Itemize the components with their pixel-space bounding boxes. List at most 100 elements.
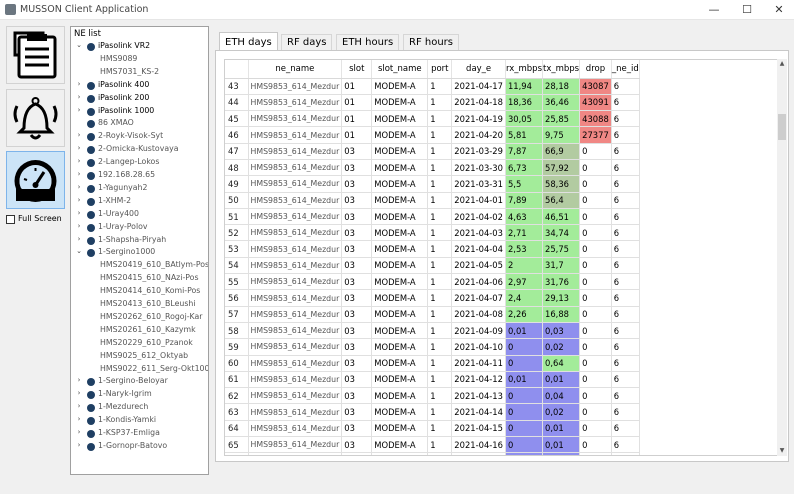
table-row[interactable]: 51 HMS9853_614_Mezdur 03 MODEM-A 1 2021-04-02… xyxy=(225,208,640,226)
tree-leaf[interactable]: HMS20415_610_NAzi-Pos xyxy=(71,273,208,285)
chevron-right-icon[interactable]: › xyxy=(75,80,83,88)
chevron-right-icon[interactable]: › xyxy=(75,196,83,204)
chevron-right-icon[interactable]: › xyxy=(75,428,83,436)
column-header[interactable]: drop xyxy=(579,60,612,79)
tree-group[interactable]: › 1-KSP37-Emliga xyxy=(71,428,208,440)
column-header[interactable]: slot_name xyxy=(371,60,429,79)
table-row[interactable]: 60 HMS9853_614_Mezdur 03 MODEM-A 1 2021-04-11… xyxy=(225,355,640,372)
table-row[interactable]: 59 HMS9853_614_Mezdur 03 MODEM-A 1 2021-04-10… xyxy=(225,338,640,356)
chevron-right-icon[interactable]: › xyxy=(75,402,83,410)
performance-button[interactable] xyxy=(6,151,65,209)
close-button[interactable]: ✕ xyxy=(759,0,794,20)
column-header[interactable]: day_e xyxy=(451,60,506,79)
table-row[interactable]: 56 HMS9853_614_Mezdur 03 MODEM-A 1 2021-04-07… xyxy=(225,289,640,307)
tree-group[interactable]: › 1-Naryk-Igrim xyxy=(71,389,208,401)
chevron-right-icon[interactable]: › xyxy=(75,131,83,139)
column-header[interactable]: port xyxy=(427,60,453,79)
tree-group[interactable]: › iPasolink 400 xyxy=(71,80,208,92)
chevron-right-icon[interactable]: › xyxy=(75,222,83,230)
table-row[interactable]: 45 HMS9853_614_Mezdur 01 MODEM-A 1 2021-04-19… xyxy=(225,110,640,128)
tab-eth-days[interactable]: ETH days xyxy=(219,32,278,51)
tree-group[interactable]: › 1-Gornopr-Batovo xyxy=(71,441,208,453)
chevron-down-icon[interactable]: ⌄ xyxy=(75,247,83,255)
column-header[interactable]: _ne_id xyxy=(611,60,640,79)
chevron-right-icon[interactable]: › xyxy=(75,106,83,114)
chevron-right-icon[interactable]: › xyxy=(75,170,83,178)
table-row[interactable]: 66HMS9853_614_Mezdur03MODEM-A12021-04-17… xyxy=(225,452,640,455)
tree-leaf[interactable]: HMS20229_610_Pzanok xyxy=(71,338,208,350)
column-header[interactable]: tx_mbps xyxy=(542,60,581,79)
tree-group[interactable]: › 192.168.28.65 xyxy=(71,170,208,182)
tree-group[interactable]: › iPasolink 200 xyxy=(71,93,208,105)
tree-leaf[interactable]: HMS9025_612_Oktyab xyxy=(71,351,208,363)
chevron-right-icon[interactable]: › xyxy=(75,389,83,397)
tree-group[interactable]: ⌄ 1-Sergino1000 xyxy=(71,247,208,259)
scroll-down-icon[interactable]: ▼ xyxy=(777,446,787,456)
chevron-right-icon[interactable]: › xyxy=(75,157,83,165)
tree-group[interactable]: › 1-Uray400 xyxy=(71,209,208,221)
table-row[interactable]: 58 HMS9853_614_Mezdur 03 MODEM-A 1 2021-04-09… xyxy=(225,322,640,340)
table-row[interactable]: 65 HMS9853_614_Mezdur 03 MODEM-A 1 2021-04-16… xyxy=(225,436,640,454)
scrollbar-thumb[interactable] xyxy=(778,114,786,140)
table-row[interactable]: 54 HMS9853_614_Mezdur 03 MODEM-A 1 2021-04-05… xyxy=(225,257,640,275)
tree-group[interactable]: › 1-Yagunyah2 xyxy=(71,183,208,195)
table-row[interactable]: 64 HMS9853_614_Mezdur 03 MODEM-A 1 2021-04-15… xyxy=(225,420,640,438)
tree-group[interactable]: › 2-Royk-Visok-Syt xyxy=(71,131,208,143)
tab-rf-hours[interactable]: RF hours xyxy=(403,34,459,51)
tree-leaf[interactable]: HMS20414_610_Komi-Pos xyxy=(71,286,208,298)
table-row[interactable]: 63 HMS9853_614_Mezdur 03 MODEM-A 1 2021-04-14… xyxy=(225,403,640,421)
vertical-scrollbar[interactable]: ▲ ▼ xyxy=(777,59,787,456)
table-row[interactable]: 50 HMS9853_614_Mezdur 03 MODEM-A 1 2021-04-01… xyxy=(225,192,640,209)
tab-rf-days[interactable]: RF days xyxy=(281,34,333,51)
tree-group[interactable]: › iPasolink 1000 xyxy=(71,106,208,118)
chevron-right-icon[interactable]: › xyxy=(75,235,83,243)
tree-group[interactable]: ⌄ iPasolink VR2 xyxy=(71,41,208,53)
chevron-right-icon[interactable]: › xyxy=(75,144,83,152)
column-header[interactable] xyxy=(225,60,249,79)
table-row[interactable]: 62 HMS9853_614_Mezdur 03 MODEM-A 1 2021-04-13… xyxy=(225,387,640,405)
tree-group[interactable]: › 1-Uray-Polov xyxy=(71,222,208,234)
tree-group[interactable]: › 2-Omicka-Kustovaya xyxy=(71,144,208,156)
table-row[interactable]: 53 HMS9853_614_Mezdur 03 MODEM-A 1 2021-04-04… xyxy=(225,240,640,258)
tree-leaf[interactable]: HMS9089 xyxy=(71,54,208,66)
table-row[interactable]: 57 HMS9853_614_Mezdur 03 MODEM-A 1 2021-04-08… xyxy=(225,306,640,323)
table-row[interactable]: 55 HMS9853_614_Mezdur 03 MODEM-A 1 2021-04-06… xyxy=(225,273,640,291)
chevron-right-icon[interactable]: › xyxy=(75,415,83,423)
table-row[interactable]: 49 HMS9853_614_Mezdur 03 MODEM-A 1 2021-03-31… xyxy=(225,175,640,193)
table-row[interactable]: 43 HMS9853_614_Mezdur 01 MODEM-A 1 2021-04-17… xyxy=(225,78,640,95)
full-screen-checkbox[interactable] xyxy=(6,215,15,224)
tree-group[interactable]: 86 XMAO xyxy=(71,118,208,130)
chevron-right-icon[interactable]: › xyxy=(75,183,83,191)
tree-leaf[interactable]: HMS7031_KS-2 xyxy=(71,67,208,79)
scroll-up-icon[interactable]: ▲ xyxy=(777,59,787,69)
column-header[interactable]: slot xyxy=(341,60,373,79)
chevron-right-icon[interactable]: › xyxy=(75,441,83,449)
table-row[interactable]: 47 HMS9853_614_Mezdur 03 MODEM-A 1 2021-03-29… xyxy=(225,143,640,160)
column-header[interactable]: ne_name xyxy=(248,60,343,79)
tree-group[interactable]: › 2-Langep-Lokos xyxy=(71,157,208,169)
table-row[interactable]: 48 HMS9853_614_Mezdur 03 MODEM-A 1 2021-03-30… xyxy=(225,159,640,177)
tree-group[interactable]: › 1-XHM-2 xyxy=(71,196,208,208)
chevron-down-icon[interactable]: ⌄ xyxy=(75,41,83,49)
tree-leaf[interactable]: HMS20261_610_Kazymk xyxy=(71,325,208,337)
chevron-right-icon[interactable]: › xyxy=(75,376,83,384)
column-header[interactable]: rx_mbps xyxy=(505,60,544,79)
chevron-right-icon[interactable]: › xyxy=(75,93,83,101)
tree-leaf[interactable]: HMS9022_611_Serg-Okt1000 xyxy=(71,364,208,376)
chevron-right-icon[interactable]: › xyxy=(75,209,83,217)
tree-group[interactable]: › 1-Sergino-Beloyar xyxy=(71,376,208,388)
tree-leaf[interactable]: HMS20262_610_Rogoj-Kar xyxy=(71,312,208,324)
alarms-button[interactable] xyxy=(6,89,65,147)
tree-group[interactable]: › 1-Shapsha-Piryah xyxy=(71,235,208,247)
tree-leaf[interactable]: HMS20419_610_BAtlym-Pos xyxy=(71,260,208,272)
table-row[interactable]: 61 HMS9853_614_Mezdur 03 MODEM-A 1 2021-04-12… xyxy=(225,371,640,389)
tree-group[interactable]: › 1-Kondis-Yamki xyxy=(71,415,208,427)
eth-days-table[interactable]: ne_name slot slot_name port day_e rx_mbps tx_m… xyxy=(224,59,779,456)
tree-group[interactable]: › 1-Mezdurech xyxy=(71,402,208,414)
tab-eth-hours[interactable]: ETH hours xyxy=(336,34,400,51)
table-row[interactable]: 44 HMS9853_614_Mezdur 01 MODEM-A 1 2021-04-18… xyxy=(225,94,640,112)
tree-leaf[interactable]: HMS20413_610_BLeushi xyxy=(71,299,208,311)
table-row[interactable]: 46 HMS9853_614_Mezdur 01 MODEM-A 1 2021-04-20… xyxy=(225,126,640,144)
inventory-button[interactable] xyxy=(6,26,65,84)
table-row[interactable]: 52 HMS9853_614_Mezdur 03 MODEM-A 1 2021-04-03… xyxy=(225,224,640,242)
